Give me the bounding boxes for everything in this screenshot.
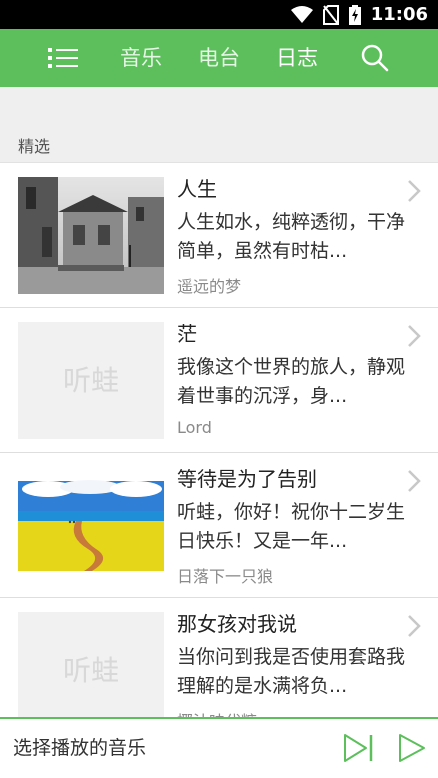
list-item[interactable]: 听蛙 茫 我像这个世界的旅人，静观着世事的沉浮，身... Lord: [0, 308, 438, 453]
list-item[interactable]: 人生 人生如水，纯粹透彻，干净简单，虽然有时枯... 遥远的梦: [0, 163, 438, 308]
placeholder-logo-text: 听蛙: [62, 364, 119, 397]
tab-journal[interactable]: 日志: [276, 29, 318, 87]
tab-radio[interactable]: 电台: [198, 29, 240, 87]
status-time: 11:06: [370, 4, 428, 25]
wifi-icon: [290, 5, 313, 23]
player-bar: 选择播放的音乐: [0, 717, 438, 778]
item-description: 人生如水，纯粹透彻，干净简单，虽然有时枯...: [177, 211, 406, 262]
item-description: 我像这个世界的旅人，静观着世事的沉浮，身...: [177, 356, 406, 407]
item-author: Lord: [177, 418, 212, 437]
search-icon[interactable]: [360, 43, 390, 73]
item-author: 日落下一只狼: [177, 567, 274, 586]
item-author: 遥远的梦: [177, 277, 242, 296]
list-item[interactable]: 等待是为了告别 听蛙，你好！祝你十二岁生日快乐！又是一年... 日落下一只狼: [0, 453, 438, 598]
battery-charging-icon: [348, 4, 361, 25]
chevron-right-icon: [408, 325, 421, 347]
list-item[interactable]: 听蛙 那女孩对我说 当你问到我是否使用套路我理解的是水满将负... 椰汁味代糖: [0, 598, 438, 717]
item-title: 那女孩对我说: [177, 612, 297, 636]
status-bar: 11:06: [0, 0, 438, 29]
item-title: 人生: [177, 177, 217, 201]
thumbnail-image: [18, 177, 164, 294]
chevron-right-icon: [408, 180, 421, 202]
status-icons: 11:06: [290, 0, 428, 29]
tab-music[interactable]: 音乐: [120, 29, 162, 87]
section-label: 精选: [18, 137, 51, 156]
no-sim-icon: [322, 4, 339, 25]
item-title: 茫: [177, 322, 197, 346]
menu-list-icon[interactable]: [46, 43, 80, 73]
play-icon[interactable]: [396, 732, 430, 764]
article-list: 人生 人生如水，纯粹透彻，干净简单，虽然有时枯... 遥远的梦 听蛙 茫 我像这…: [0, 162, 438, 717]
thumbnail-placeholder: 听蛙: [18, 322, 164, 439]
chevron-right-icon: [408, 615, 421, 637]
thumbnail-image: [18, 467, 164, 584]
placeholder-logo-text: 听蛙: [62, 654, 119, 687]
item-description: 听蛙，你好！祝你十二岁生日快乐！又是一年...: [177, 501, 406, 552]
skip-next-icon[interactable]: [342, 732, 376, 764]
nav-bar: 音乐 电台 日志: [0, 29, 438, 87]
thumbnail-placeholder: 听蛙: [18, 612, 164, 717]
item-author: 椰汁味代糖: [177, 708, 257, 717]
player-label[interactable]: 选择播放的音乐: [13, 719, 146, 778]
item-description: 当你问到我是否使用套路我理解的是水满将负...: [177, 646, 406, 697]
item-title: 等待是为了告别: [177, 467, 317, 491]
chevron-right-icon: [408, 470, 421, 492]
